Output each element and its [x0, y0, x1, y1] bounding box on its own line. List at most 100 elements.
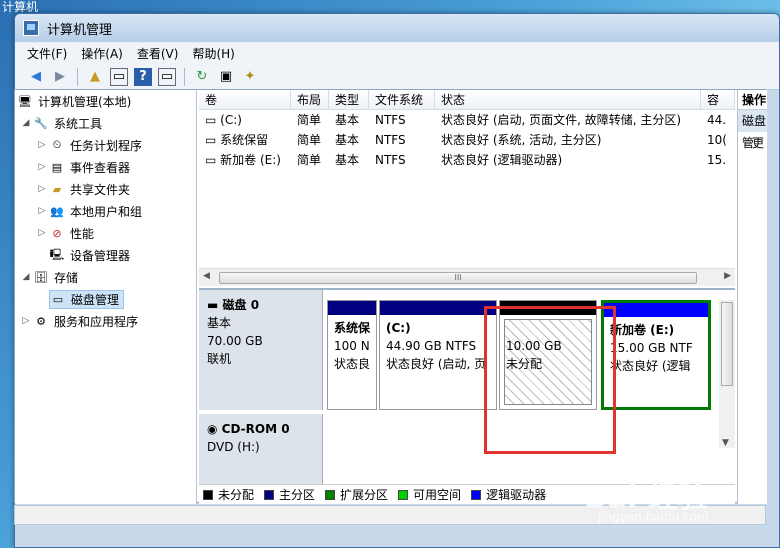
partition-system-reserved[interactable]: 系统保 100 N 状态良 [327, 300, 377, 410]
drive-icon: ▭ [205, 153, 221, 167]
users-icon: 👥 [50, 204, 64, 218]
legend-swatch [264, 489, 275, 500]
title-bar[interactable]: 计算机管理 [15, 14, 779, 42]
scroll-left-icon[interactable]: ◀ [203, 271, 210, 281]
tree-disk-management[interactable]: ▭ 磁盘管理 [15, 288, 196, 310]
col-status[interactable]: 状态 [435, 90, 701, 109]
legend-swatch [471, 489, 482, 500]
expand-arrow-icon[interactable]: ▷ [37, 184, 47, 194]
legend-item: 可用空间 [398, 486, 461, 503]
settings-icon[interactable]: ✦ [241, 68, 259, 86]
primary-partition-bar [328, 301, 376, 315]
help-icon[interactable]: ? [134, 67, 152, 86]
legend-item: 未分配 [203, 486, 254, 503]
refresh-icon[interactable]: ↻ [193, 68, 211, 86]
clock-icon: ⏲ [52, 138, 62, 151]
legend-item: 主分区 [264, 486, 315, 503]
expand-arrow-icon[interactable]: ▷ [37, 162, 47, 172]
back-icon[interactable]: ◀ [27, 68, 45, 86]
vertical-scrollbar[interactable]: ▼ [719, 300, 735, 448]
event-viewer-icon: ▤ [51, 160, 63, 174]
partition-e[interactable]: 新加卷 (E:) 15.00 GB NTF 状态良好 (逻辑 [601, 300, 711, 410]
partition-c[interactable]: (C:) 44.90 GB NTFS 状态良好 (启动, 页 [379, 300, 497, 410]
tree-storage[interactable]: ◢ 🗄 存储 [15, 266, 196, 288]
main-area: 🖥 计算机管理(本地) ◢ 🔧 系统工具 ▷ ⏲ 任务计划程序 ▷ ▤ 事件查看… [14, 89, 767, 504]
scroll-thumb[interactable] [721, 302, 733, 386]
tree-system-tools[interactable]: ◢ 🔧 系统工具 [15, 112, 196, 134]
cdrom-label[interactable]: ◉ CD-ROM 0 DVD (H:) [199, 414, 323, 486]
menu-view[interactable]: 查看(V) [137, 45, 179, 62]
volume-row[interactable]: ▭ (C:) 简单 基本 NTFS 状态良好 (启动, 页面文件, 故障转储, … [199, 110, 735, 130]
actions-disk-mgmt[interactable]: 磁盘管 [738, 110, 767, 150]
col-capacity[interactable]: 容 [701, 90, 735, 109]
disk0-label[interactable]: ▬ 磁盘 0 基本 70.00 GB 联机 [199, 290, 323, 410]
drive-icon: ▭ [205, 113, 221, 127]
disk-management-icon: ▭ [52, 292, 64, 306]
legend-item: 扩展分区 [325, 486, 388, 503]
cdrom-icon: ◉ [207, 422, 222, 436]
tree-item-event-viewer[interactable]: ▷ ▤ 事件查看器 [15, 156, 196, 178]
tree-item-local-users[interactable]: ▷ 👥 本地用户和组 [15, 200, 196, 222]
console-tree: 🖥 计算机管理(本地) ◢ 🔧 系统工具 ▷ ⏲ 任务计划程序 ▷ ▤ 事件查看… [15, 90, 197, 504]
tree-item-performance[interactable]: ▷ ⊘ 性能 [15, 222, 196, 244]
legend-swatch [203, 489, 213, 500]
collapse-arrow-icon[interactable]: ◢ [21, 272, 31, 282]
col-volume[interactable]: 卷 [199, 90, 291, 109]
tree-services[interactable]: ▷ ⚙ 服务和应用程序 [15, 310, 196, 332]
primary-partition-bar [380, 301, 496, 315]
actions-pane: 操作 磁盘管 更 [737, 90, 767, 504]
actions-title: 操作 [738, 90, 767, 110]
center-pane: 卷 布局 类型 文件系统 状态 容 ▭ (C:) 简单 基本 NTFS 状态良好… [199, 90, 735, 504]
tree-item-device-manager[interactable]: 🖳 设备管理器 [15, 244, 196, 266]
expand-arrow-icon[interactable]: ▷ [37, 228, 47, 238]
volume-list: 卷 布局 类型 文件系统 状态 容 ▭ (C:) 简单 基本 NTFS 状态良好… [199, 90, 735, 288]
tree-root[interactable]: 🖥 计算机管理(本地) [15, 90, 196, 112]
horizontal-scrollbar[interactable]: ◀ III ▶ [199, 268, 735, 286]
show-hide-action-icon[interactable]: ▭ [158, 67, 176, 86]
menu-help[interactable]: 帮助(H) [192, 45, 234, 62]
toolbar-divider [77, 67, 78, 86]
expand-arrow-icon[interactable]: ▷ [37, 206, 47, 216]
services-icon: ⚙ [36, 314, 46, 328]
performance-icon: ⊘ [52, 226, 62, 240]
toolbar-divider [184, 67, 185, 86]
scroll-right-icon[interactable]: ▶ [724, 271, 731, 281]
tools-icon: 🔧 [34, 116, 48, 130]
device-manager-icon: 🖳 [49, 247, 65, 261]
drive-icon: ▭ [205, 133, 221, 147]
disk-icon: ▬ [207, 298, 223, 312]
menu-bar: 文件(F) 操作(A) 查看(V) 帮助(H) [15, 42, 779, 64]
col-layout[interactable]: 布局 [291, 90, 329, 109]
legend-swatch [398, 489, 409, 500]
col-type[interactable]: 类型 [329, 90, 369, 109]
logical-drive-bar [604, 303, 708, 317]
forward-icon[interactable]: ▶ [51, 68, 69, 86]
volume-row[interactable]: ▭ 系统保留 简单 基本 NTFS 状态良好 (系统, 活动, 主分区) 10( [199, 130, 735, 150]
up-folder-icon[interactable]: ▲ [86, 68, 104, 86]
computer-management-icon [23, 20, 39, 36]
col-filesystem[interactable]: 文件系统 [369, 90, 435, 109]
volume-list-header: 卷 布局 类型 文件系统 状态 容 [199, 90, 735, 110]
toolbar: ◀ ▶ ▲ ▭ ? ▭ ↻ ▣ ✦ [15, 64, 779, 90]
tree-selection: ▭ 磁盘管理 [49, 289, 125, 309]
menu-action[interactable]: 操作(A) [81, 45, 123, 62]
computer-icon: 🖥 [18, 94, 32, 108]
collapse-arrow-icon[interactable]: ◢ [21, 118, 31, 128]
volume-row[interactable]: ▭ 新加卷 (E:) 简单 基本 NTFS 状态良好 (逻辑驱动器) 15. [199, 150, 735, 170]
scroll-thumb[interactable]: III [219, 272, 697, 284]
properties-icon[interactable]: ▣ [217, 68, 235, 86]
baidu-watermark-url: jingyan.baidu.com [598, 510, 709, 524]
highlight-box [484, 306, 616, 454]
legend-item: 逻辑驱动器 [471, 486, 546, 503]
expand-arrow-icon[interactable]: ▷ [37, 140, 47, 150]
legend-swatch [325, 489, 336, 500]
window-title: 计算机管理 [47, 22, 113, 38]
scroll-down-icon[interactable]: ▼ [722, 438, 729, 448]
show-hide-tree-icon[interactable]: ▭ [110, 67, 128, 86]
tree-item-task-scheduler[interactable]: ▷ ⏲ 任务计划程序 [15, 134, 196, 156]
expand-arrow-icon[interactable]: ▷ [21, 316, 31, 326]
storage-icon: 🗄 [34, 270, 48, 284]
tree-item-shared-folders[interactable]: ▷ ▰ 共享文件夹 [15, 178, 196, 200]
shared-folder-icon: ▰ [52, 182, 62, 196]
menu-file[interactable]: 文件(F) [27, 45, 67, 62]
